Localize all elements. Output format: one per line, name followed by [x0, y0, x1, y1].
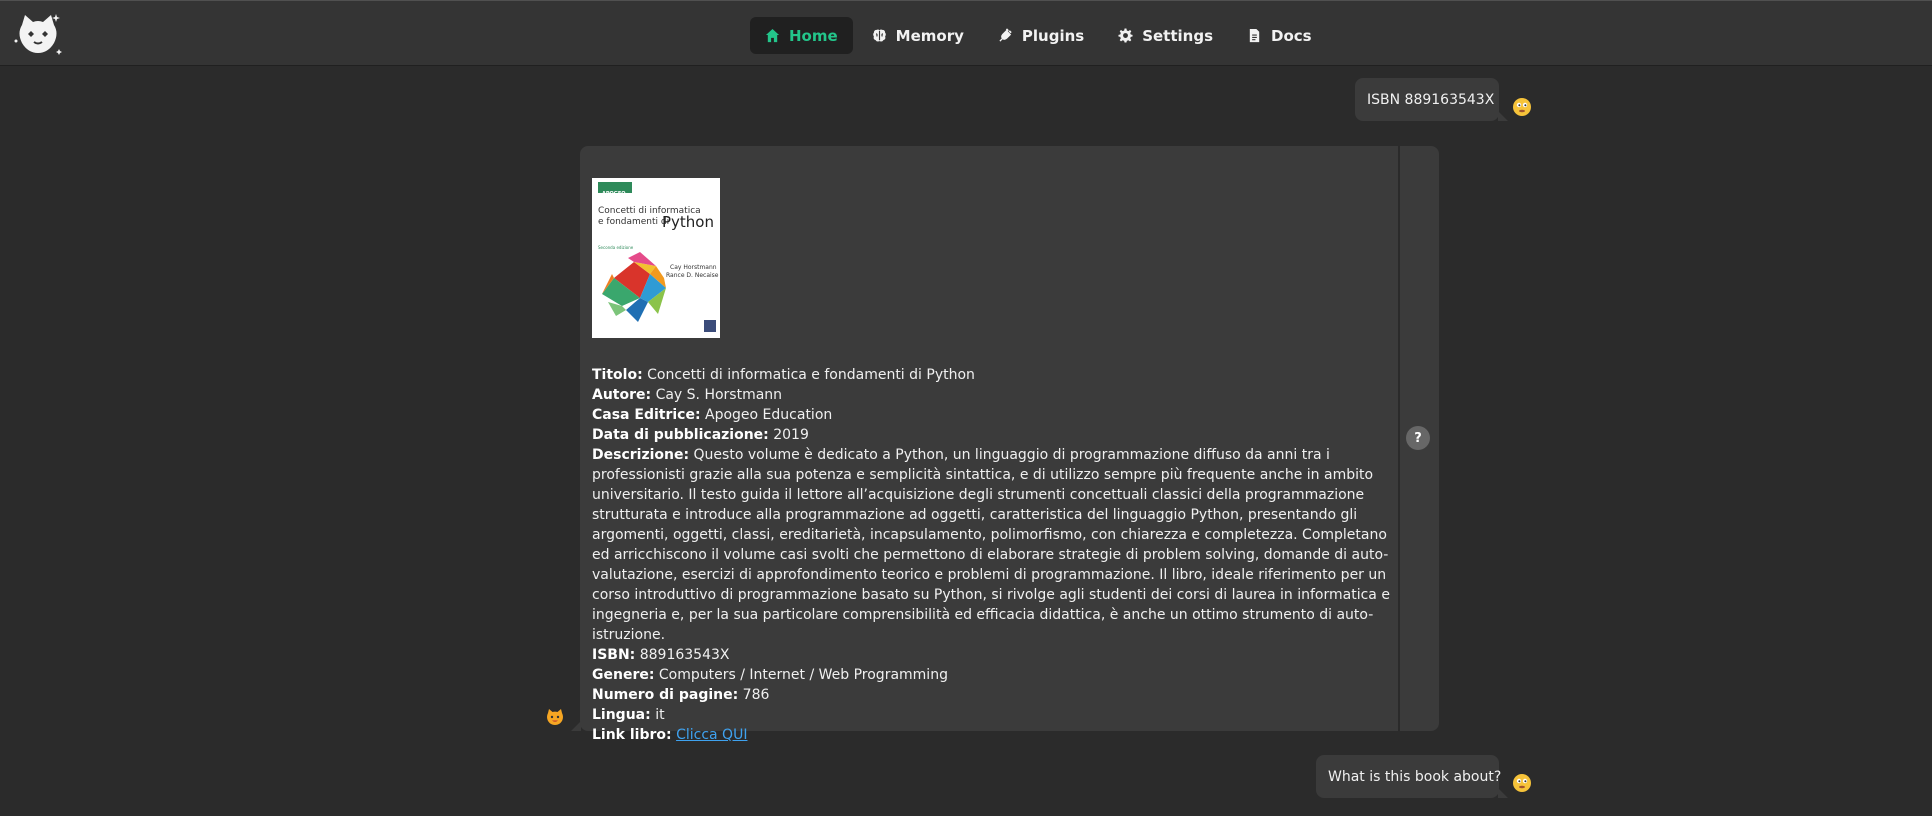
book-title-value: Concetti di informatica e fondamenti di … — [647, 367, 975, 383]
bot-message-content: APOGEO Concetti di informatica e fondame… — [592, 178, 1392, 745]
field-label: Lingua: — [592, 707, 651, 723]
book-link-field: Link libro: Clicca QUI — [592, 725, 1392, 745]
book-title-field: Titolo: Concetti di informatica e fondam… — [592, 365, 1392, 385]
nav-docs[interactable]: Docs — [1232, 17, 1327, 54]
cat-logo-icon[interactable] — [12, 11, 64, 59]
document-icon — [1249, 28, 1260, 43]
book-author-field: Autore: Cay S. Horstmann — [592, 385, 1392, 405]
cover-author2: Rance D. Necaise — [666, 272, 719, 279]
book-publisher-value: Apogeo Education — [705, 407, 833, 423]
book-cover-image[interactable]: APOGEO Concetti di informatica e fondame… — [592, 178, 720, 338]
main-nav: Home Memory Plugins Settings Docs — [750, 17, 1331, 54]
nav-docs-label: Docs — [1271, 26, 1312, 45]
book-link[interactable]: Clicca QUI — [676, 727, 747, 743]
cover-edition: Seconda edizione — [598, 245, 634, 250]
cover-title-python: Python — [662, 213, 714, 231]
user-message-text: What is this book about? — [1328, 768, 1502, 785]
user-avatar-emoji-icon — [1513, 98, 1531, 116]
user-avatar-emoji-icon — [1513, 774, 1531, 792]
nav-home[interactable]: Home — [750, 17, 853, 54]
nav-home-label: Home — [789, 26, 838, 45]
book-pages-field: Numero di pagine: 786 — [592, 685, 1392, 705]
why-help-button[interactable]: ? — [1406, 426, 1430, 450]
field-label: Titolo: — [592, 367, 643, 383]
field-label: Numero di pagine: — [592, 687, 739, 703]
home-icon — [765, 28, 780, 43]
gear-icon — [1118, 28, 1133, 43]
bubble-tail — [571, 721, 581, 731]
book-language-value: it — [655, 707, 665, 723]
book-publisher-field: Casa Editrice: Apogeo Education — [592, 405, 1392, 425]
book-date-field: Data di pubblicazione: 2019 — [592, 425, 1392, 445]
field-label: Autore: — [592, 387, 652, 403]
book-description-value: Questo volume è dedicato a Python, un li… — [592, 447, 1390, 643]
book-genre-field: Genere: Computers / Internet / Web Progr… — [592, 665, 1392, 685]
nav-memory[interactable]: Memory — [857, 17, 979, 54]
book-isbn-value: 889163543X — [639, 647, 730, 663]
nav-plugins-label: Plugins — [1021, 26, 1085, 45]
cover-publisher-tag: APOGEO — [602, 191, 626, 197]
user-message-text: ISBN 889163543X — [1367, 91, 1495, 108]
bubble-tail — [1498, 111, 1508, 121]
field-label: Descrizione: — [592, 447, 690, 463]
brain-icon — [872, 29, 886, 42]
plug-icon — [999, 28, 1012, 42]
book-genre-value: Computers / Internet / Web Programming — [658, 667, 948, 683]
cover-title-line2: e fondamenti di — [598, 217, 670, 227]
field-label: Link libro: — [592, 727, 672, 743]
book-description-field: Descrizione: Questo volume è dedicato a … — [592, 445, 1392, 645]
bot-cat-avatar-icon — [547, 709, 563, 725]
field-label: Genere: — [592, 667, 655, 683]
nav-plugins[interactable]: Plugins — [983, 17, 1099, 54]
book-author-value: Cay S. Horstmann — [655, 387, 783, 403]
book-isbn-field: ISBN: 889163543X — [592, 645, 1392, 665]
field-label: Casa Editrice: — [592, 407, 701, 423]
nav-memory-label: Memory — [895, 26, 964, 45]
book-date-value: 2019 — [773, 427, 809, 443]
field-label: ISBN: — [592, 647, 636, 663]
nav-settings[interactable]: Settings — [1103, 17, 1228, 54]
book-pages-value: 786 — [742, 687, 770, 703]
bubble-tail — [1498, 788, 1508, 798]
book-language-field: Lingua: it — [592, 705, 1392, 725]
user-message-bubble: What is this book about? — [1316, 755, 1502, 798]
field-label: Data di pubblicazione: — [592, 427, 769, 443]
why-panel-divider — [1398, 146, 1400, 731]
nav-settings-label: Settings — [1142, 26, 1214, 45]
user-message-bubble: ISBN 889163543X — [1355, 78, 1499, 121]
top-navbar: Home Memory Plugins Settings Docs — [0, 0, 1932, 66]
bot-message-card: APOGEO Concetti di informatica e fondame… — [580, 146, 1439, 743]
